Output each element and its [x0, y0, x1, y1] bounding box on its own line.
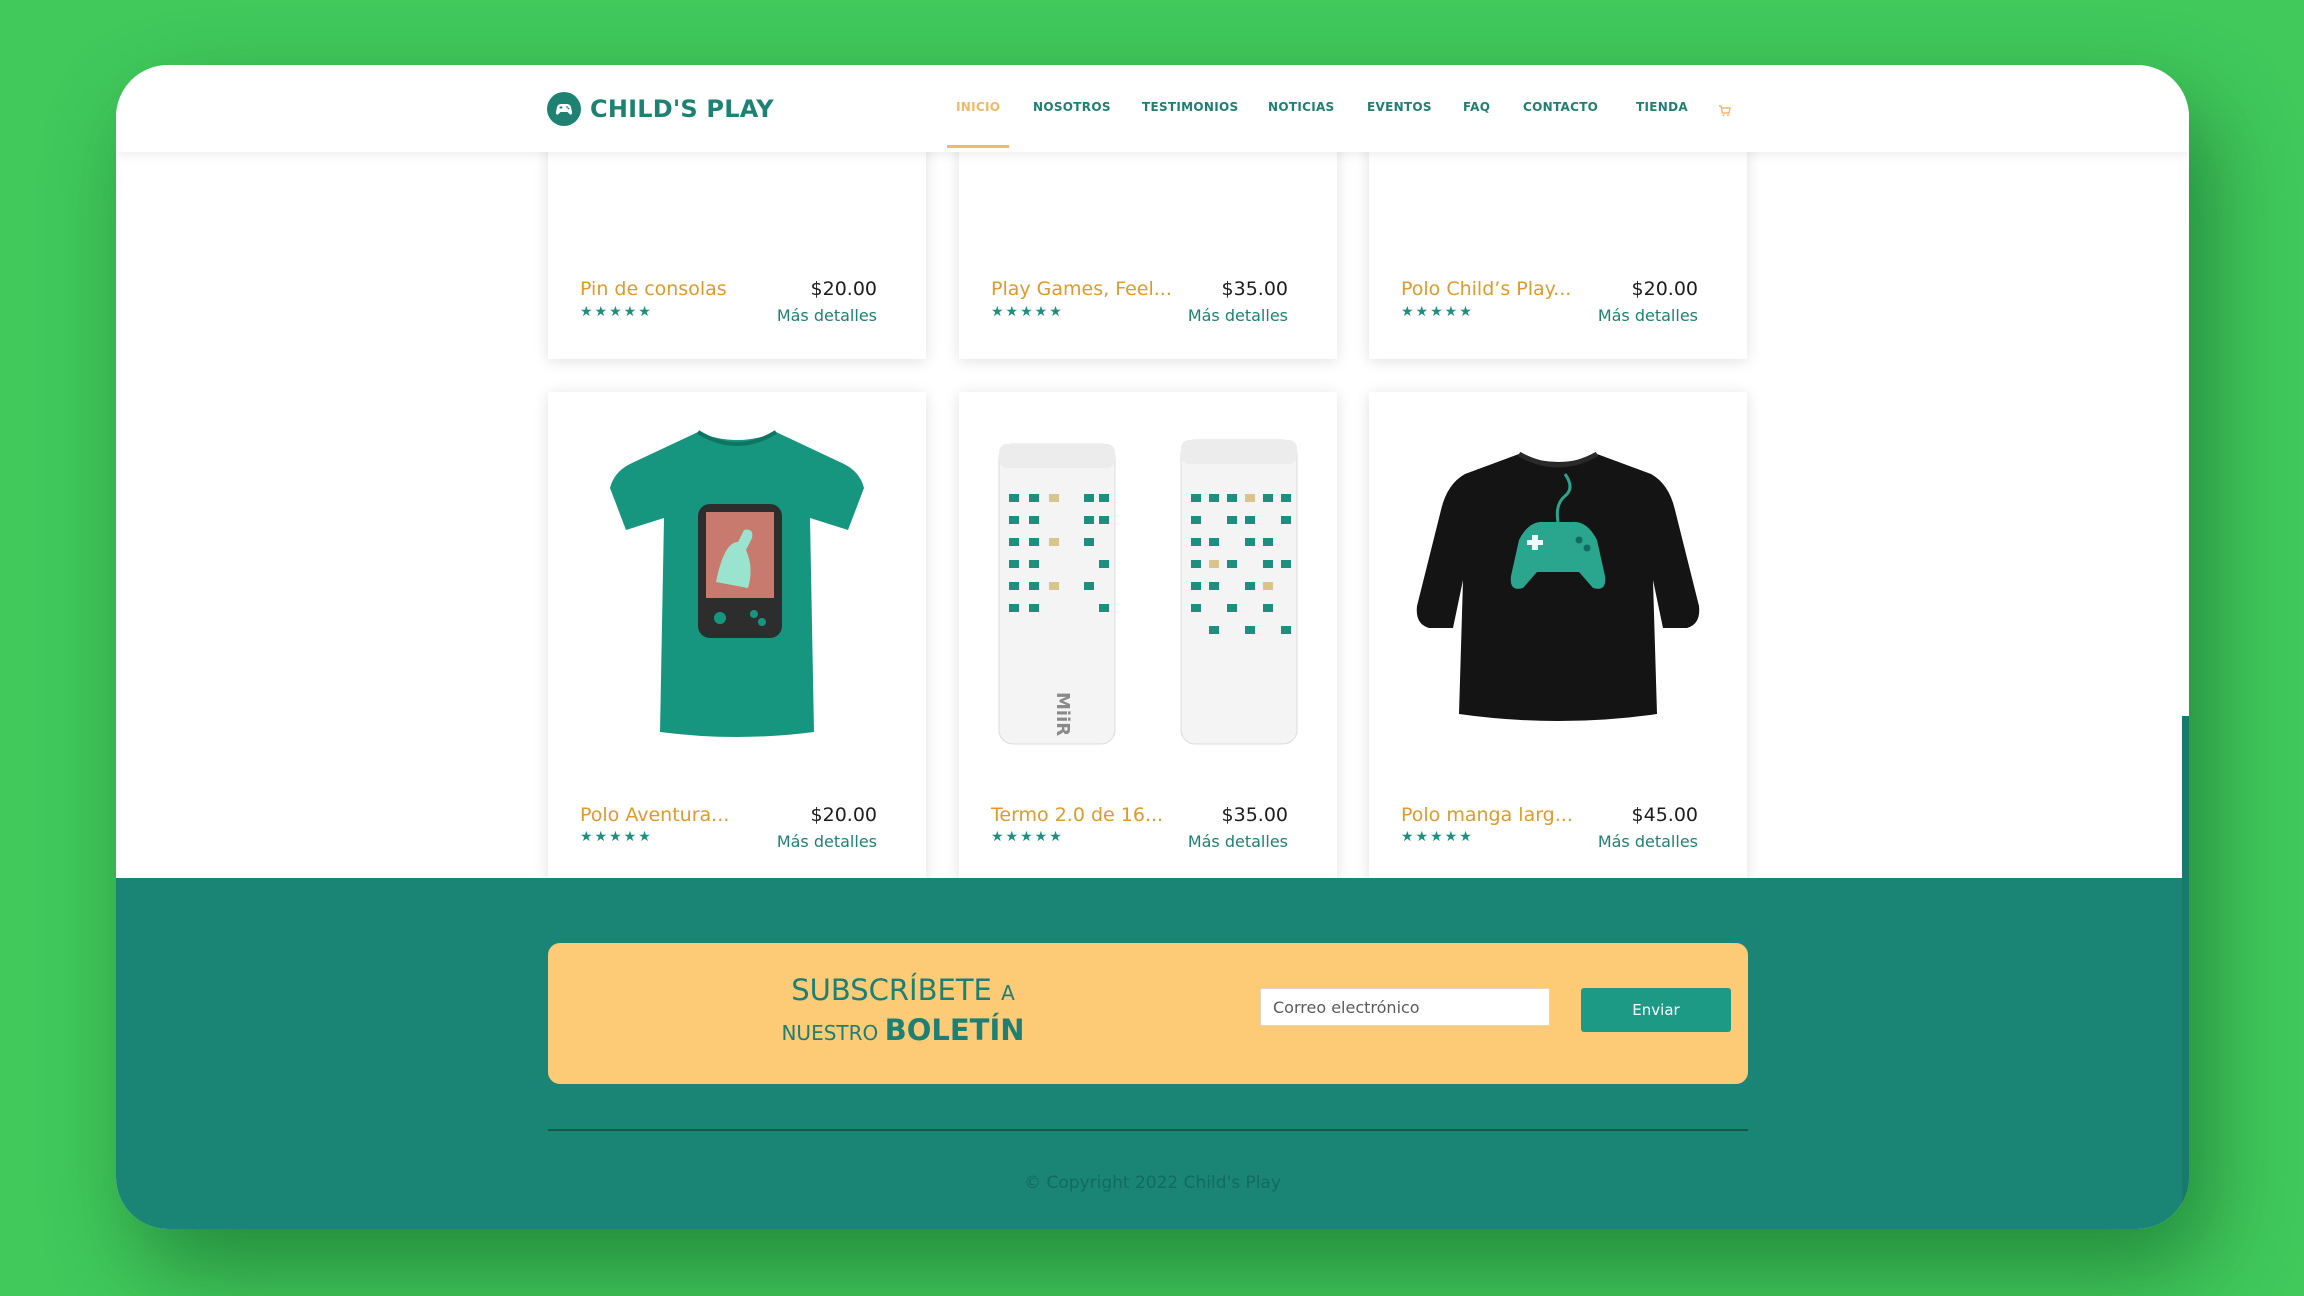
details-link[interactable]: Más detalles — [1598, 832, 1698, 851]
newsletter-box: SUBSCRÍBETE A NUESTRO BOLETÍN Enviar — [548, 943, 1748, 1084]
nav-noticias[interactable]: NOTICIAS — [1268, 100, 1335, 114]
product-name[interactable]: Termo 2.0 de 16... — [991, 804, 1163, 826]
nav-inicio[interactable]: INICIO — [956, 100, 1000, 114]
newsletter-title-line1: SUBSCRÍBETE A — [548, 973, 1258, 1007]
newsletter-title-small: NUESTRO — [781, 1021, 879, 1045]
scrollbar[interactable] — [2182, 716, 2189, 1229]
product-price: $45.00 — [1631, 804, 1698, 826]
newsletter-title-small: A — [1001, 981, 1015, 1005]
rating-stars-icon: ★★★★★ — [991, 829, 1064, 845]
browser-window: CHILD'S PLAY INICIO NOSOTROS TESTIMONIOS… — [116, 65, 2189, 1229]
footer-divider — [548, 1129, 1748, 1131]
nav-contacto[interactable]: CONTACTO — [1523, 100, 1598, 114]
product-price: $20.00 — [1631, 278, 1698, 300]
product-card[interactable]: Pin de consolas $20.00 ★★★★★ Más detalle… — [548, 128, 926, 359]
newsletter-title-big: BOLETÍN — [884, 1013, 1025, 1047]
product-price: $35.00 — [1221, 278, 1288, 300]
product-card[interactable]: Polo Child’s Play... $20.00 ★★★★★ Más de… — [1369, 128, 1747, 359]
nav-faq[interactable]: FAQ — [1463, 100, 1490, 114]
details-link[interactable]: Más detalles — [777, 832, 877, 851]
product-name[interactable]: Pin de consolas — [580, 278, 727, 300]
product-price: $20.00 — [810, 804, 877, 826]
tumbler-brand-text: MiiR — [1052, 692, 1073, 736]
product-price: $20.00 — [810, 278, 877, 300]
product-name[interactable]: Play Games, Feel... — [991, 278, 1172, 300]
rating-stars-icon: ★★★★★ — [1401, 829, 1474, 845]
product-card[interactable]: Play Games, Feel... $35.00 ★★★★★ Más det… — [959, 128, 1337, 359]
nav-eventos[interactable]: EVENTOS — [1367, 100, 1432, 114]
newsletter-title-line2: NUESTRO BOLETÍN — [548, 1013, 1258, 1047]
site-header: CHILD'S PLAY INICIO NOSOTROS TESTIMONIOS… — [116, 65, 2189, 152]
product-name[interactable]: Polo manga larg... — [1401, 804, 1573, 826]
cart-icon[interactable] — [1719, 102, 1731, 117]
details-link[interactable]: Más detalles — [1188, 832, 1288, 851]
newsletter-title-big: SUBSCRÍBETE — [791, 973, 992, 1007]
details-link[interactable]: Más detalles — [777, 306, 877, 325]
white-tumblers-image[interactable]: MiiR — [959, 392, 1337, 772]
nav-tienda[interactable]: TIENDA — [1636, 100, 1688, 114]
product-card[interactable]: Polo manga larg... $45.00 ★★★★★ Más deta… — [1369, 392, 1747, 882]
product-name[interactable]: Polo Aventura... — [580, 804, 729, 826]
product-card[interactable]: MiiR Termo 2.0 de 16... $35.00 ★★★★★ Más… — [959, 392, 1337, 882]
product-grid: Pin de consolas $20.00 ★★★★★ Más detalle… — [116, 128, 2189, 888]
main-nav: INICIO NOSOTROS TESTIMONIOS NOTICIAS EVE… — [116, 100, 2189, 120]
details-link[interactable]: Más detalles — [1598, 306, 1698, 325]
rating-stars-icon: ★★★★★ — [580, 829, 653, 845]
submit-button[interactable]: Enviar — [1581, 988, 1731, 1032]
black-sweatshirt-image[interactable] — [1369, 392, 1747, 772]
nav-nosotros[interactable]: NOSOTROS — [1033, 100, 1111, 114]
nav-testimonios[interactable]: TESTIMONIOS — [1142, 100, 1238, 114]
product-name[interactable]: Polo Child’s Play... — [1401, 278, 1571, 300]
email-field[interactable] — [1260, 988, 1550, 1026]
details-link[interactable]: Más detalles — [1188, 306, 1288, 325]
active-nav-indicator — [947, 145, 1009, 148]
rating-stars-icon: ★★★★★ — [1401, 304, 1474, 320]
rating-stars-icon: ★★★★★ — [991, 304, 1064, 320]
green-tshirt-image[interactable] — [548, 392, 926, 772]
rating-stars-icon: ★★★★★ — [580, 304, 653, 320]
product-price: $35.00 — [1221, 804, 1288, 826]
product-card[interactable]: Polo Aventura... $20.00 ★★★★★ Más detall… — [548, 392, 926, 882]
copyright-text: © Copyright 2022 Child's Play — [1024, 1173, 1281, 1193]
